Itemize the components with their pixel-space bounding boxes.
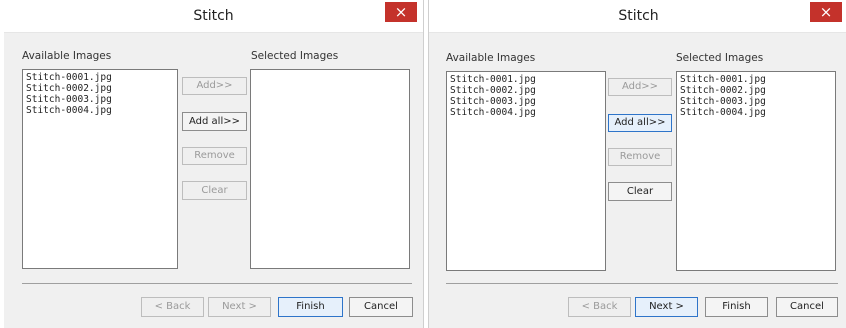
cancel-button[interactable]: Cancel xyxy=(776,297,838,317)
list-item[interactable]: Stitch-0003.jpg xyxy=(680,96,832,107)
finish-button[interactable]: Finish xyxy=(705,297,768,317)
add-all-button[interactable]: Add all>> xyxy=(608,114,672,132)
add-button[interactable]: Add>> xyxy=(608,78,672,96)
add-button[interactable]: Add>> xyxy=(182,77,247,95)
next-button[interactable]: Next > xyxy=(635,297,698,317)
close-button[interactable]: × xyxy=(810,2,842,22)
add-all-button[interactable]: Add all>> xyxy=(182,112,247,131)
list-item[interactable]: Stitch-0004.jpg xyxy=(680,107,832,118)
finish-button[interactable]: Finish xyxy=(278,297,343,317)
title-bar: Stitch × xyxy=(429,0,846,33)
list-item[interactable]: Stitch-0003.jpg xyxy=(450,96,602,107)
list-item[interactable]: Stitch-0002.jpg xyxy=(680,85,832,96)
available-images-list[interactable]: Stitch-0001.jpg Stitch-0002.jpg Stitch-0… xyxy=(446,71,606,271)
stitch-dialog-initial: Stitch × Available Images Selected Image… xyxy=(4,0,424,328)
list-item[interactable]: Stitch-0004.jpg xyxy=(26,105,174,116)
cancel-button[interactable]: Cancel xyxy=(349,297,413,317)
title-bar: Stitch × xyxy=(4,0,423,33)
selected-images-label: Selected Images xyxy=(251,50,339,62)
clear-button[interactable]: Clear xyxy=(182,181,247,200)
list-item[interactable]: Stitch-0003.jpg xyxy=(26,94,174,105)
clear-button[interactable]: Clear xyxy=(608,182,672,201)
available-images-label: Available Images xyxy=(22,50,112,62)
list-item[interactable]: Stitch-0001.jpg xyxy=(680,74,832,85)
list-item[interactable]: Stitch-0002.jpg xyxy=(450,85,602,96)
selected-images-list[interactable] xyxy=(250,69,410,269)
close-button[interactable]: × xyxy=(385,2,417,22)
footer-separator xyxy=(22,283,412,284)
selected-images-label: Selected Images xyxy=(676,52,764,64)
next-button[interactable]: Next > xyxy=(208,297,271,317)
selected-images-list[interactable]: Stitch-0001.jpg Stitch-0002.jpg Stitch-0… xyxy=(676,71,836,271)
list-item[interactable]: Stitch-0002.jpg xyxy=(26,83,174,94)
dialog-title: Stitch xyxy=(193,8,234,24)
back-button[interactable]: < Back xyxy=(568,297,631,317)
remove-button[interactable]: Remove xyxy=(608,148,672,166)
footer-separator xyxy=(446,283,838,284)
available-images-list[interactable]: Stitch-0001.jpg Stitch-0002.jpg Stitch-0… xyxy=(22,69,178,269)
available-images-label: Available Images xyxy=(446,52,536,64)
list-item[interactable]: Stitch-0001.jpg xyxy=(26,72,174,83)
list-item[interactable]: Stitch-0004.jpg xyxy=(450,107,602,118)
stitch-dialog-after-add-all: Stitch × Available Images Selected Image… xyxy=(428,0,846,328)
dialog-title: Stitch xyxy=(618,8,659,24)
remove-button[interactable]: Remove xyxy=(182,147,247,165)
list-item[interactable]: Stitch-0001.jpg xyxy=(450,74,602,85)
back-button[interactable]: < Back xyxy=(141,297,204,317)
